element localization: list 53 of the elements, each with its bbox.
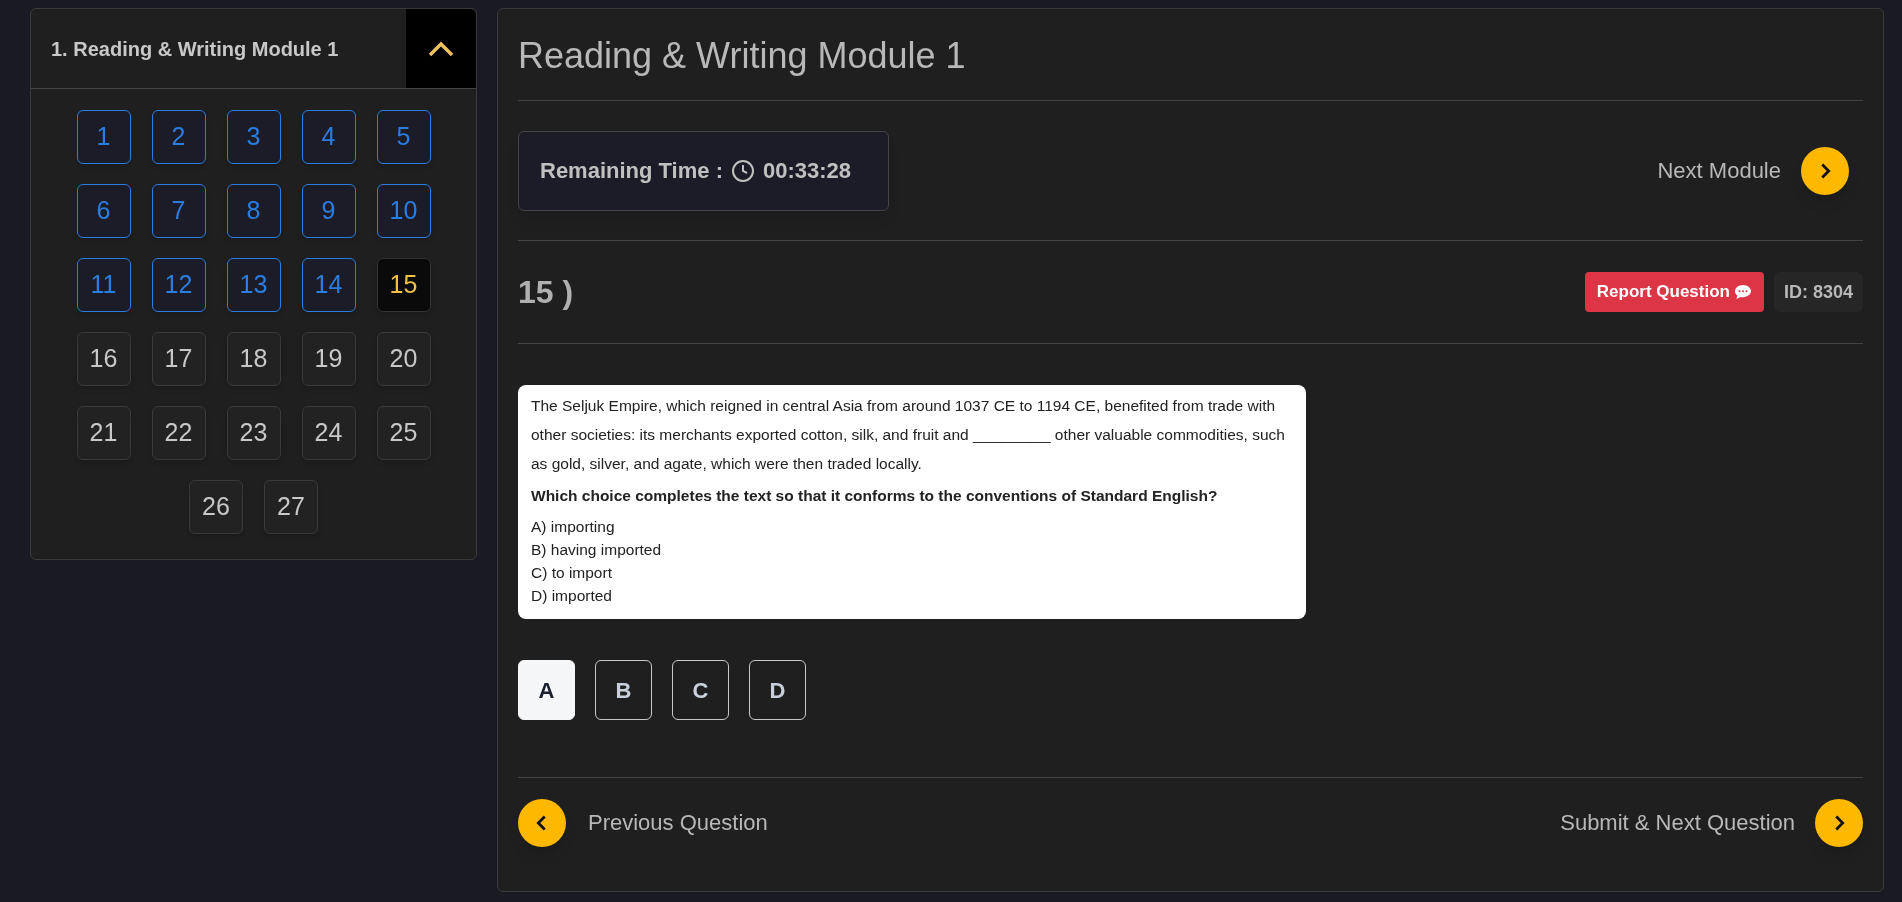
answer-option-button[interactable]: A [518,660,575,720]
question-id-badge: ID: 8304 [1773,272,1863,312]
question-number-button[interactable]: 2 [151,110,206,164]
question-number-button[interactable]: 15 [376,258,431,312]
question-number-button[interactable]: 5 [376,110,431,164]
question-number-button[interactable]: 11 [76,258,131,312]
question-number-button[interactable]: 22 [151,406,206,460]
question-number-button[interactable]: 14 [301,258,356,312]
question-number: 15 ) [518,273,574,312]
question-number-button[interactable]: 12 [151,258,206,312]
passage-text: The Seljuk Empire, which reigned in central Asia from around 1037 CE to 1194 CE, benefited from trade with other societies: its merchants exported cotton, silk, and fruit and _________ other valuable commodities, such as gold, silver, and agate, which were then traded locally. [531,396,1286,474]
question-number-button[interactable]: 24 [301,406,356,460]
question-number-button[interactable]: 17 [151,332,206,386]
question-number-button[interactable]: 16 [76,332,131,386]
speech-bubble-icon [1733,284,1752,300]
next-module-label: Next Module [1657,157,1781,185]
question-number-button[interactable]: 23 [226,406,281,460]
submit-next-button[interactable] [1815,798,1863,847]
question-prompt: Which choice completes the text so that it conforms to the conventions of Standard English? [531,486,1219,506]
question-number-button[interactable]: 13 [226,258,281,312]
question-number-button[interactable]: 27 [264,480,318,534]
question-number-button[interactable]: 26 [189,480,243,534]
answer-option-button[interactable]: C [672,660,729,720]
question-number-button[interactable]: 3 [226,110,281,164]
report-question-button[interactable]: Report Question [1584,272,1764,312]
clock-icon [730,158,755,183]
question-number-button[interactable]: 18 [226,332,281,386]
question-number-button[interactable]: 8 [226,184,281,238]
question-number-button[interactable]: 7 [151,184,206,238]
module-title: 1. Reading & Writing Module 1 [50,36,340,62]
answer-option-button[interactable]: B [595,660,652,720]
next-module-button[interactable] [1801,146,1849,195]
timer-label: Remaining Time : [540,157,723,185]
question-number-button[interactable]: 21 [76,406,131,460]
question-number-button[interactable]: 1 [76,110,131,164]
choice-text: B) having imported [531,540,663,560]
question-number-button[interactable]: 6 [76,184,131,238]
previous-question-label: Previous Question [588,809,768,837]
question-number-button[interactable]: 19 [301,332,356,386]
answer-option-button[interactable]: D [749,660,806,720]
question-number-button[interactable]: 25 [376,406,431,460]
choice-text: D) imported [531,586,613,606]
question-number-button[interactable]: 10 [376,184,431,238]
timer-value: 00:33:28 [762,157,852,185]
submit-next-label: Submit & Next Question [1560,809,1795,837]
previous-question-button[interactable] [518,798,566,847]
choice-text: A) importing [531,517,616,537]
question-number-button[interactable]: 9 [301,184,356,238]
choice-text: C) to import [531,563,613,583]
module-heading: Reading & Writing Module 1 [518,9,1863,101]
question-number-button[interactable]: 20 [376,332,431,386]
question-number-button[interactable]: 4 [301,110,356,164]
collapse-toggle[interactable] [406,9,476,88]
